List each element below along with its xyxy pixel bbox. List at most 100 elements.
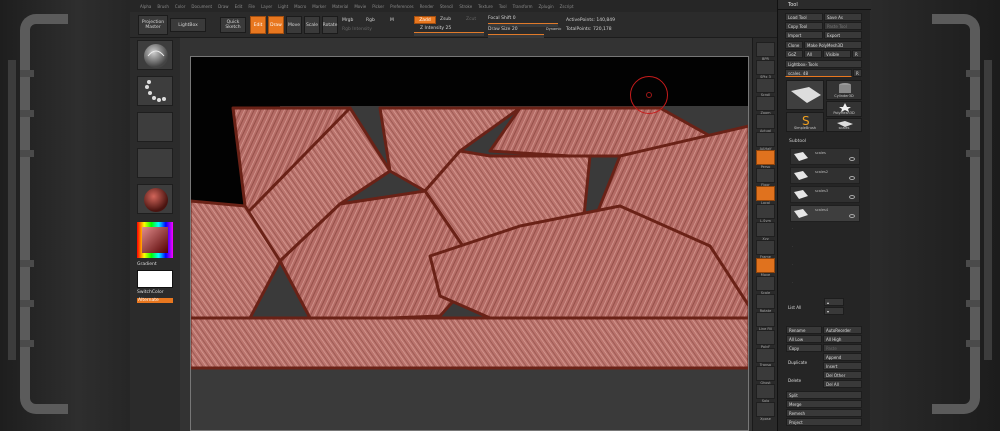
menu-item[interactable]: File [248,4,255,9]
save-as-button[interactable]: Save As [824,13,862,21]
shelf-button-scroll[interactable]: Scroll [756,78,775,97]
subtool-row[interactable]: scales3 [790,186,860,203]
switch-color-button[interactable]: SwitchColor [137,290,164,295]
visibility-eye-icon[interactable] [849,176,855,180]
shelf-button-xyz[interactable]: Xyz [756,222,775,241]
menu-item[interactable]: Render [420,4,434,9]
menu-item[interactable]: Zscript [560,4,574,9]
tool-tile-simplebrush[interactable]: S SimpleBrush [786,112,824,132]
import-button[interactable]: Import [785,31,823,39]
shelf-button-line-fill[interactable]: Line Fill [756,312,775,331]
remesh-button[interactable]: Remesh [786,409,862,417]
secondary-color-swatch[interactable] [137,270,173,288]
tool-tile-polymesh[interactable]: PolyMesh3D [826,101,862,117]
subtool-arrow-up[interactable]: ▴ [824,298,844,306]
shelf-button-floor[interactable]: Floor [756,168,775,187]
menu-item[interactable]: Picker [372,4,384,9]
duplicate-button[interactable]: Duplicate [786,358,822,366]
menu-item[interactable]: Document [191,4,212,9]
shelf-button-move[interactable]: Move [756,258,775,277]
tool-tile-scales-small[interactable]: scales [826,118,862,132]
shelf-button-aahalf[interactable]: AAHalf [756,132,775,151]
append-button[interactable]: Append [823,353,862,361]
material-thumbnail[interactable] [137,184,173,214]
brush-thumbnail[interactable] [137,40,173,70]
shelf-button-l-sym[interactable]: L.Sym [756,204,775,223]
merge-button[interactable]: Merge [786,400,862,408]
move-button[interactable]: Move [286,16,302,34]
split-button[interactable]: Split [786,391,862,399]
make-polymesh-button[interactable]: Make PolyMesh3D [804,41,862,49]
rename-button[interactable]: Rename [786,326,822,334]
subtool-row[interactable]: scales [790,148,860,165]
shelf-button-actual[interactable]: Actual [756,114,775,133]
menu-item[interactable]: Material [332,4,348,9]
export-button[interactable]: Export [824,31,862,39]
subtool-header[interactable]: Subtool [789,139,806,144]
z-intensity-slider[interactable] [414,32,484,36]
menu-item[interactable]: Edit [235,4,243,9]
shelf-button-transp[interactable]: Transp [756,348,775,367]
lightbox-button[interactable]: LightBox [170,18,206,32]
all-low-button[interactable]: All Low [786,335,822,343]
stroke-thumbnail[interactable] [137,76,173,106]
draw-button[interactable]: Draw [268,16,284,34]
menu-item[interactable]: Light [278,4,288,9]
menu-item[interactable]: Marker [312,4,326,9]
menu-item[interactable]: Movie [354,4,366,9]
all-button[interactable]: All [804,50,822,58]
menu-item[interactable]: Layer [261,4,272,9]
current-tool-slider[interactable]: scales. 48 [785,69,852,77]
subtool-row[interactable]: scales2 [790,167,860,184]
shelf-button-bpr[interactable]: BPR [756,42,775,61]
shelf-button-polyf[interactable]: PolyF [756,330,775,349]
menu-item[interactable]: Tool [499,4,507,9]
menu-item[interactable]: Brush [157,4,169,9]
dynamic-toggle[interactable]: Dynamic [546,27,561,31]
shelf-button-persp[interactable]: Persp [756,150,775,169]
shelf-button-solo[interactable]: Solo [756,384,775,403]
menu-item[interactable]: Preferences [390,4,414,9]
menu-item[interactable]: Texture [478,4,493,9]
shelf-button-zoom[interactable]: Zoom [756,96,775,115]
insert-button[interactable]: Insert [823,362,862,370]
copy-button[interactable]: Copy [786,344,822,352]
list-all-button[interactable]: List All [786,303,816,311]
rotate-button[interactable]: Rotate [322,16,338,34]
shelf-button-rotate[interactable]: Rotate [756,294,775,313]
mrgb-toggle[interactable]: Mrgb [342,18,353,23]
goz-button[interactable]: GoZ [785,50,803,58]
gradient-toggle[interactable]: Gradient [137,262,157,267]
clone-button[interactable]: Clone [785,41,803,49]
projection-master-button[interactable]: Projection Master [138,15,168,35]
menu-item[interactable]: Transform [513,4,533,9]
rgb-intensity-slider[interactable]: Rgb Intensity [342,27,372,32]
paste-tool-button[interactable]: Paste Tool [824,22,862,30]
delete-button[interactable]: Delete [786,376,822,384]
all-high-button[interactable]: All High [823,335,862,343]
menu-item[interactable]: Color [175,4,185,9]
m-toggle[interactable]: M [390,18,394,23]
shelf-button-scale[interactable]: Scale [756,276,775,295]
shelf-button-spix-3[interactable]: SPix 3 [756,60,775,79]
subtool-row[interactable]: scales4 [790,205,860,222]
menu-item[interactable]: Macro [294,4,306,9]
zsub-button[interactable]: Zsub [440,17,451,22]
texture-thumbnail[interactable] [137,148,173,178]
shelf-button-xpose[interactable]: Xpose [756,402,775,421]
menu-item[interactable]: Stencil [440,4,454,9]
autoreorder-button[interactable]: AutoReorder [823,326,862,334]
copy-tool-button[interactable]: Copy Tool [785,22,823,30]
menu-item[interactable]: Zplugin [539,4,554,9]
tool-tile-scales[interactable] [786,80,824,110]
paste-button[interactable]: Paste [823,344,862,352]
shelf-button-ghost[interactable]: Ghost [756,366,775,385]
tool-tile-cylinder[interactable]: Cylinder3D [826,80,862,100]
visibility-eye-icon[interactable] [849,214,855,218]
lightbox-tools-button[interactable]: Lightbox› Tools [785,60,862,68]
zcut-button[interactable]: Zcut [466,17,476,22]
del-other-button[interactable]: Del Other [823,371,862,379]
shelf-button-local[interactable]: Local [756,186,775,205]
rgb-toggle[interactable]: Rgb [366,18,375,23]
visible-button[interactable]: Visible [823,50,851,58]
